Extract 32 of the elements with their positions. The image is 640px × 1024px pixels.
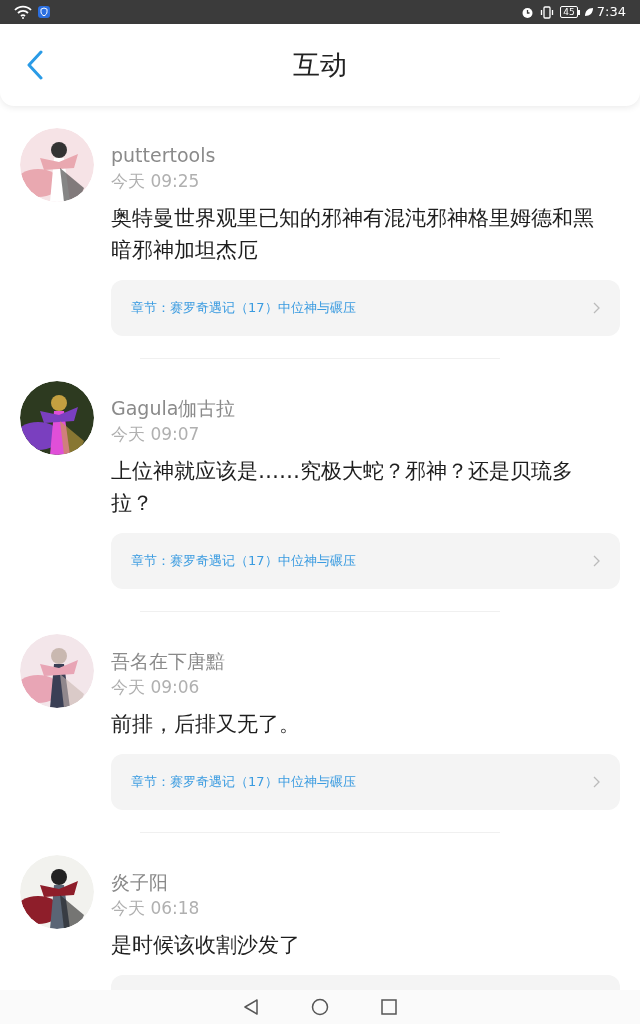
comment-time: 今天 09:06 <box>111 676 201 699</box>
clock-time: 7:34 <box>596 3 626 22</box>
user-name: 吾名在下唐黯 <box>111 649 226 674</box>
comment-text: 上位神就应该是……究极大蛇？邪神？还是贝琉多拉？ <box>111 458 574 517</box>
chapter-title: 章节：赛罗奇遇记（17）中位神与碾压 <box>131 552 357 571</box>
chevron-right-icon <box>593 302 600 314</box>
chapter-link[interactable]: 章节：赛罗奇遇记（17）中位神与碾压 <box>111 533 620 589</box>
comment-text: 是时候该收割沙发了 <box>111 932 301 959</box>
back-icon <box>27 50 43 80</box>
chapter-link[interactable]: 章节：赛罗奇遇记（17）中位神与碾压 <box>111 280 620 336</box>
chevron-right-icon <box>593 555 600 567</box>
page-title: 互动 <box>293 47 347 82</box>
recents-nav-icon[interactable] <box>381 999 397 1015</box>
chapter-title: 章节：赛罗奇遇记（17）中位神与碾压 <box>131 773 357 792</box>
battery-icon: 45 <box>560 6 578 18</box>
comment-text: 奥特曼世界观里已知的邪神有混沌邪神格里姆德和黑暗邪神加坦杰厄 <box>111 205 595 264</box>
user-name: Gagula伽古拉 <box>111 396 237 421</box>
chevron-right-icon <box>593 776 600 788</box>
comment-time: 今天 09:25 <box>111 170 201 193</box>
user-name: 炎子阳 <box>111 870 169 895</box>
back-nav-icon[interactable] <box>243 998 259 1016</box>
home-nav-icon[interactable] <box>311 998 329 1016</box>
comment-time: 今天 06:18 <box>111 897 201 920</box>
comment-text: 前排，后排又无了。 <box>111 711 301 738</box>
leaf-icon <box>583 7 594 17</box>
comment-time: 今天 09:07 <box>111 423 201 446</box>
chapter-title: 章节：赛罗奇遇记（17）中位神与碾压 <box>131 299 357 318</box>
shield-icon <box>38 6 50 18</box>
chapter-link[interactable]: 章节：赛罗奇遇记（17）中位神与碾压 <box>111 754 620 810</box>
user-name: puttertools <box>111 143 217 168</box>
vibrate-icon <box>540 5 555 19</box>
wifi-icon <box>14 5 32 19</box>
